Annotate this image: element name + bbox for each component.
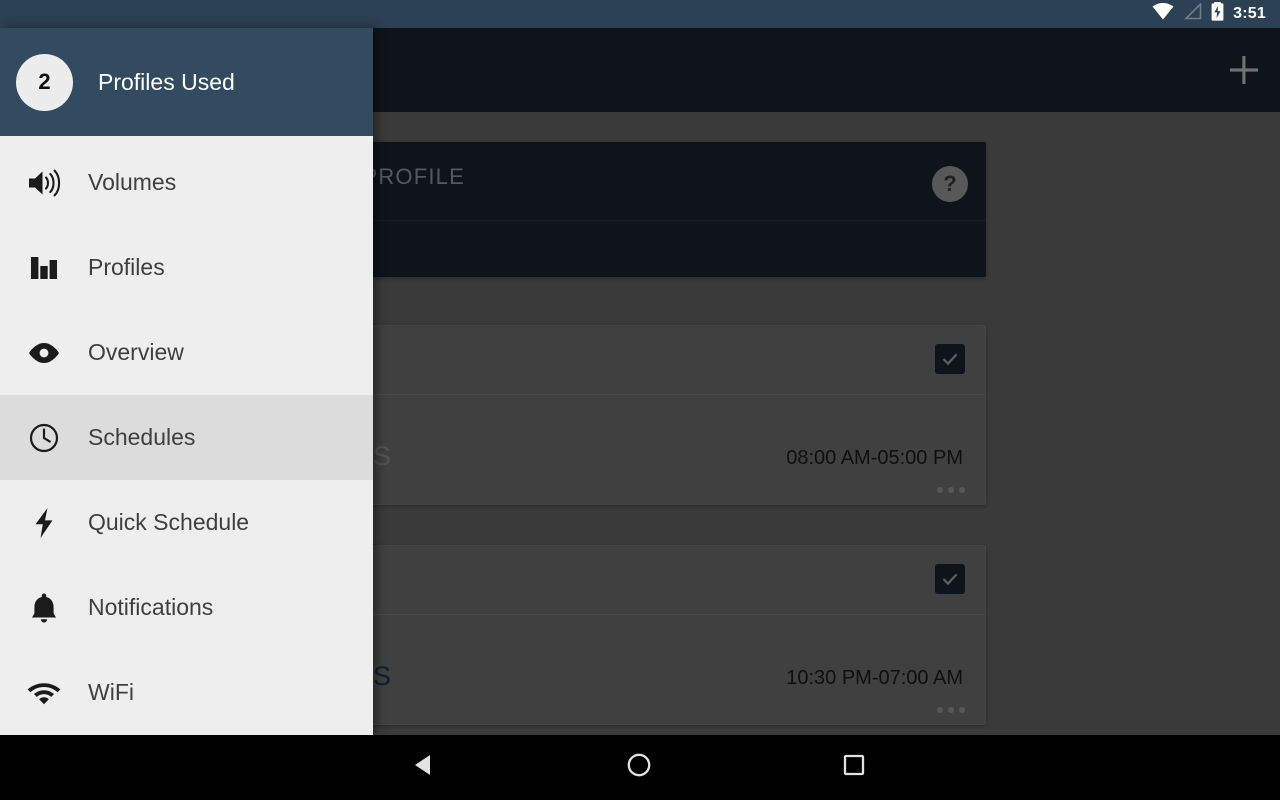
help-circle-icon[interactable]: ?	[932, 166, 968, 202]
circle-home-icon[interactable]	[625, 751, 653, 784]
default-profile-card[interactable]: ULT PROFILE ormal ?	[294, 142, 986, 277]
schedule-card-header: K	[295, 326, 985, 394]
schedule-time-range: 10:30 PM-07:00 AM	[786, 667, 963, 689]
android-navigation-bar	[0, 735, 1280, 800]
wifi-icon	[1152, 3, 1174, 25]
sidebar-item-label: Profiles	[88, 254, 165, 280]
sidebar-item-label: Schedules	[88, 424, 196, 450]
lightning-icon	[22, 501, 66, 545]
sidebar-item-label: Overview	[88, 339, 184, 365]
more-horizontal-icon[interactable]	[937, 707, 965, 713]
clock-icon	[22, 416, 66, 460]
sidebar-item-profiles[interactable]: Profiles	[0, 225, 373, 310]
schedule-card-header: D	[295, 546, 985, 614]
sidebar-item-volumes[interactable]: Volumes	[0, 140, 373, 225]
square-recents-icon[interactable]	[840, 751, 868, 784]
sidebar-item-label: Notifications	[88, 594, 214, 620]
schedule-days-inactive: S	[372, 441, 392, 471]
drawer-header: 2 Profiles Used	[0, 28, 373, 136]
drawer-item-list: Volumes Profiles Overview Schedules Quic…	[0, 136, 373, 735]
bar-chart-icon	[22, 246, 66, 290]
cell-signal-icon	[1183, 2, 1202, 25]
sidebar-item-overview[interactable]: Overview	[0, 310, 373, 395]
triangle-back-icon[interactable]	[410, 751, 438, 784]
sidebar-item-quick-schedule[interactable]: Quick Schedule	[0, 480, 373, 565]
schedule-card-body: lent WTFS 10:30 PM-07:00 AM	[295, 615, 985, 725]
card-divider	[294, 220, 986, 221]
sidebar-item-label: Quick Schedule	[88, 509, 250, 535]
schedule-enabled-checkbox[interactable]	[935, 344, 965, 374]
add-schedule-button[interactable]	[1222, 48, 1266, 92]
schedule-card[interactable]: D lent WTFS 10:30 PM-07:00 AM	[294, 545, 986, 725]
battery-charging-icon	[1211, 2, 1224, 26]
profiles-used-badge: 2	[16, 53, 73, 111]
schedule-card-body: lent WTFS 08:00 AM-05:00 PM	[295, 395, 985, 505]
schedule-time-range: 08:00 AM-05:00 PM	[786, 447, 963, 469]
navigation-drawer: 2 Profiles Used Volumes Profiles Overvie…	[0, 28, 373, 735]
volume-up-icon	[22, 161, 66, 205]
schedule-enabled-checkbox[interactable]	[935, 564, 965, 594]
wifi-icon	[22, 671, 66, 715]
status-bar: 3:51	[0, 0, 1280, 28]
schedule-card[interactable]: K lent WTFS 08:00 AM-05:00 PM	[294, 325, 986, 505]
sidebar-item-label: WiFi	[88, 679, 134, 705]
device-screen: 3:51 ULT PROFILE ormal ? K	[0, 0, 1280, 800]
sidebar-item-wifi[interactable]: WiFi	[0, 650, 373, 735]
eye-icon	[22, 331, 66, 375]
sidebar-item-label: Volumes	[88, 169, 177, 195]
sidebar-item-schedules[interactable]: Schedules	[0, 395, 373, 480]
drawer-header-title: Profiles Used	[98, 68, 235, 95]
bell-icon	[22, 586, 66, 630]
more-horizontal-icon[interactable]	[937, 487, 965, 493]
status-bar-clock: 3:51	[1233, 5, 1266, 22]
sidebar-item-notifications[interactable]: Notifications	[0, 565, 373, 650]
